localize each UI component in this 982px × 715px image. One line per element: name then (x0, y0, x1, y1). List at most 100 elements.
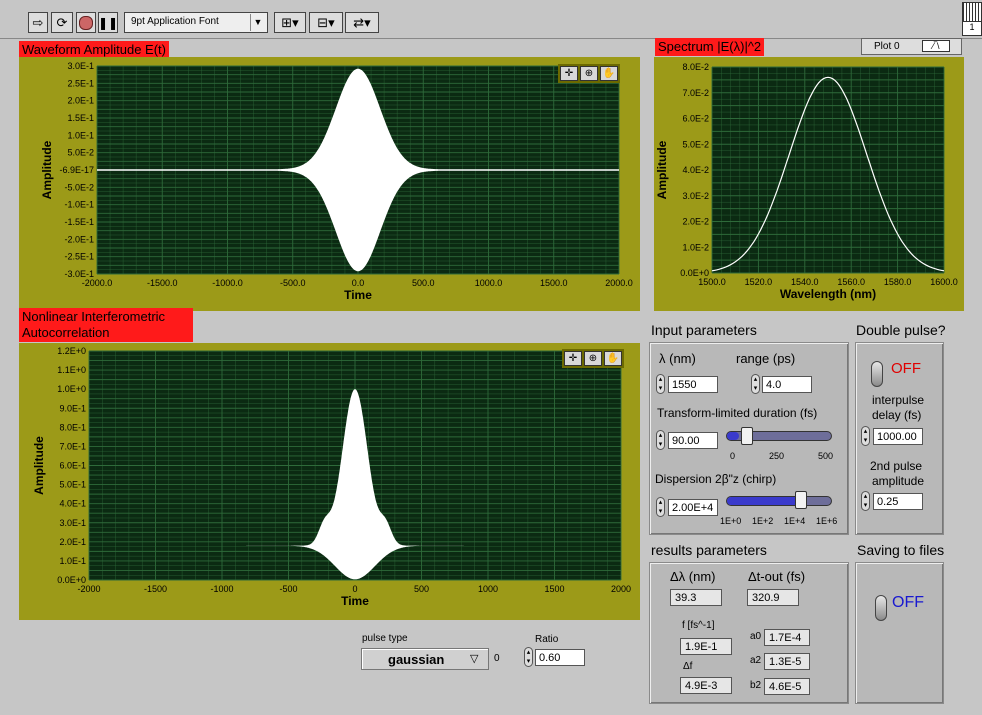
hand-icon[interactable]: ✋ (600, 66, 618, 81)
x-tick-label: -2000 (77, 584, 100, 594)
y-tick-label: 1.0E-1 (59, 556, 86, 566)
x-tick-label: 2000 (611, 584, 631, 594)
autocorr-plot: -2000 -1500 -1000 -500 0 500 1000 1500 2000 1.2E+… (32, 346, 631, 608)
delay-label-1: interpulse (872, 393, 925, 407)
x-tick-label: 500 (414, 584, 429, 594)
y-tick-label: 8.0E-1 (59, 422, 86, 432)
tl-slider-knob[interactable] (741, 427, 753, 445)
spectrum-chart: 1500.0 1520.0 1540.0 1560.0 1580.0 1600.0 8.0E… (654, 57, 964, 311)
x-tick-label: -1500 (144, 584, 167, 594)
dispersion-slider[interactable] (726, 496, 832, 506)
lambda-label: λ (nm) (659, 351, 696, 366)
zoom-icon[interactable]: ⊕ (580, 66, 598, 81)
y-tick-label: 6.0E-1 (59, 461, 86, 471)
y-tick-label: -2.5E-1 (64, 252, 94, 262)
df-label: Δf (683, 661, 693, 672)
y-tick-label: 1.0E+0 (57, 384, 86, 394)
connector-pane-icon[interactable]: 1 (962, 2, 982, 36)
y-tick-label: 1.0E-1 (67, 130, 94, 140)
amp-stepper[interactable]: ▴ ▾ (861, 491, 870, 511)
dispersion-tick: 1E+6 (816, 516, 838, 526)
amp-input[interactable]: 0.25 (873, 493, 923, 510)
toolbar: ⇨ ⟳ ❚❚ 9pt Application Font ▼ ⊞▾ ⊟▾ ⇄▾ 1 (0, 0, 982, 39)
y-tick-label: -1.0E-1 (64, 200, 94, 210)
range-label: range (ps) (736, 351, 796, 366)
a2-value: 1.3E-5 (764, 653, 810, 670)
y-tick-label: 7.0E-2 (682, 88, 709, 98)
distribute-objects-icon[interactable]: ⊟▾ (309, 12, 343, 33)
y-axis-label: Amplitude (32, 436, 46, 495)
results-group: Δλ (nm) Δt-out (fs) 39.3 320.9 f [fs^-1]… (649, 562, 849, 704)
x-tick-label: 1500 (544, 584, 564, 594)
ratio-input[interactable]: 0.60 (535, 649, 585, 666)
reorder-icon[interactable]: ⇄▾ (345, 12, 379, 33)
tl-duration-input[interactable]: 90.00 (668, 432, 718, 449)
abort-icon[interactable] (76, 12, 96, 33)
cursor-icon[interactable]: ✛ (564, 351, 582, 366)
input-params-title: Input parameters (651, 322, 757, 338)
pulse-type-ring[interactable]: gaussian ▽ (361, 648, 489, 670)
dispersion-slider-knob[interactable] (795, 491, 807, 509)
run-continuous-icon[interactable]: ⟳ (51, 12, 73, 33)
range-stepper[interactable]: ▴ ▾ (751, 374, 760, 394)
zoom-icon[interactable]: ⊕ (584, 351, 602, 366)
y-tick-label: 0.0E+0 (680, 268, 709, 278)
chevron-down-icon: ▽ (470, 653, 479, 665)
double-pulse-title: Double pulse? (856, 322, 946, 338)
y-tick-label: 0.0E+0 (57, 575, 86, 585)
font-select-label: 9pt Application Font (131, 16, 219, 27)
dispersion-stepper[interactable]: ▴ ▾ (656, 497, 665, 517)
autocorr-palette: ✛ ⊕ ✋ (562, 349, 624, 368)
spectrum-label: Spectrum |E(λ)|^2 (655, 38, 765, 56)
ratio-stepper[interactable]: ▴ ▾ (524, 647, 533, 667)
x-tick-label: -500.0 (280, 278, 306, 288)
pause-icon[interactable]: ❚❚ (98, 12, 118, 33)
dlambda-value: 39.3 (670, 589, 722, 606)
x-tick-label: -1500.0 (147, 278, 178, 288)
tl-tick: 250 (769, 451, 785, 461)
double-pulse-toggle[interactable] (871, 361, 883, 387)
legend-label: Plot 0 (874, 41, 900, 52)
x-tick-label: 1500.0 (540, 278, 568, 288)
x-tick-label: 1000.0 (475, 278, 503, 288)
df-value: 4.9E-3 (680, 677, 732, 694)
saving-state: OFF (892, 594, 924, 611)
chevron-down-icon: ▼ (250, 14, 265, 31)
x-tick-label: 500.0 (412, 278, 435, 288)
delay-input[interactable]: 1000.00 (873, 428, 923, 445)
y-tick-label: 2.0E-1 (67, 96, 94, 106)
connector-grid (963, 3, 981, 22)
cursor-icon[interactable]: ✛ (560, 66, 578, 81)
y-axis-label: Amplitude (40, 140, 54, 199)
y-tick-label: 8.0E-2 (682, 62, 709, 72)
dispersion-tick: 1E+2 (752, 516, 774, 526)
saving-toggle[interactable] (875, 595, 887, 621)
hand-icon[interactable]: ✋ (604, 351, 622, 366)
lambda-input[interactable]: 1550 (668, 376, 718, 393)
saving-group: OFF (855, 562, 944, 704)
align-objects-icon[interactable]: ⊞▾ (274, 12, 306, 33)
font-select[interactable]: 9pt Application Font ▼ (124, 12, 268, 33)
x-tick-label: 1500.0 (698, 277, 726, 287)
y-axis-label: Amplitude (655, 140, 669, 199)
tl-duration-stepper[interactable]: ▴ ▾ (656, 430, 665, 450)
autocorr-label: Nonlinear Interferometric Autocorrelatio… (19, 308, 193, 342)
a0-label: a0 (750, 631, 762, 642)
tl-duration-label: Transform-limited duration (fs) (657, 406, 818, 420)
amp-label-1: 2nd pulse (870, 459, 923, 473)
dispersion-input[interactable]: 2.00E+4 (668, 499, 718, 516)
tl-slider-fill (727, 432, 740, 440)
spectrum-legend[interactable]: Plot 0 ⁄‾\ (861, 38, 962, 55)
range-input[interactable]: 4.0 (762, 376, 812, 393)
dispersion-label: Dispersion 2β"z (chirp) (655, 472, 777, 486)
double-pulse-group: OFF interpulse delay (fs) ▴ ▾ 1000.00 2nd… (855, 342, 944, 535)
y-tick-label: 3.0E-1 (67, 61, 94, 71)
pulse-type-index: 0 (494, 653, 500, 664)
lambda-stepper[interactable]: ▴ ▾ (656, 374, 665, 394)
y-tick-label: 5.0E-2 (67, 148, 94, 158)
autocorr-chart: -2000 -1500 -1000 -500 0 500 1000 1500 2000 1.2E+… (19, 343, 640, 620)
run-arrow-icon[interactable]: ⇨ (28, 12, 48, 33)
pulse-type-value: gaussian (388, 652, 445, 667)
delay-stepper[interactable]: ▴ ▾ (861, 426, 870, 446)
y-tick-label: 7.0E-1 (59, 441, 86, 451)
